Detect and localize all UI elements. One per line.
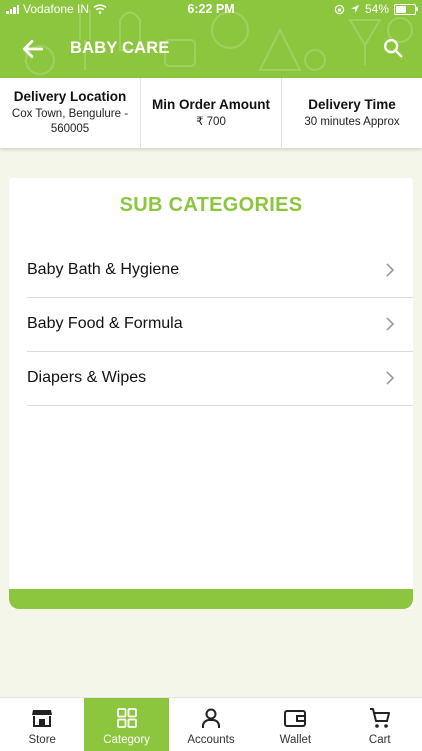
min-order-title: Min Order Amount [152,96,270,112]
tab-label: Accounts [187,734,235,746]
tab-label: Category [103,734,150,746]
subcategory-label: Baby Bath & Hygiene [27,261,180,278]
subcategory-list: Baby Bath & Hygiene Baby Food & Formula … [27,244,413,406]
cart-icon [369,708,390,728]
tab-cart[interactable]: Cart [338,698,422,751]
card-footer-bar [9,589,413,609]
subcategories-card: SUB CATEGORIES Baby Bath & Hygiene Baby … [9,178,413,609]
subcategory-baby-bath-hygiene[interactable]: Baby Bath & Hygiene [27,244,413,298]
delivery-time-title: Delivery Time [308,96,396,112]
tab-store[interactable]: Store [0,698,84,751]
tab-label: Cart [368,734,391,746]
subcategory-baby-food-formula[interactable]: Baby Food & Formula [27,298,413,352]
subcategory-label: Diapers & Wipes [27,369,147,386]
tab-wallet[interactable]: Wallet [253,698,337,751]
grid-icon [116,708,137,728]
arrow-left-icon[interactable] [20,36,46,62]
min-order-cell: Min Order Amount ₹ 700 [141,78,282,148]
battery-icon [394,3,418,15]
subcategory-label: Baby Food & Formula [27,315,183,332]
store-icon [32,710,53,727]
delivery-time-cell: Delivery Time 30 minutes Approx [282,78,422,148]
tab-category[interactable]: Category [84,698,169,751]
chevron-right-icon [386,371,395,385]
delivery-time-value: 30 minutes Approx [304,115,400,128]
tab-label: Store [28,734,56,746]
page-title: BABY CARE [70,39,170,57]
delivery-info-bar: Delivery Location Cox Town, Bengulure - … [0,78,422,148]
location-arrow-icon [350,5,359,13]
chevron-right-icon [386,263,395,277]
subcategories-heading: SUB CATEGORIES [119,194,303,216]
tab-accounts[interactable]: Accounts [169,698,253,751]
delivery-location-value: Cox Town, Bengulure - 560005 [11,108,129,135]
tab-label: Wallet [279,734,312,746]
wallet-icon [284,710,307,727]
chevron-right-icon [386,317,395,331]
battery-percent: 54% [364,2,389,16]
status-right: 54% [334,2,418,16]
bottom-tab-bar: Store Category Accounts Wallet Cart [0,697,422,751]
orientation-lock-icon [334,4,345,14]
min-order-value: ₹ 700 [196,115,226,128]
delivery-location-title: Delivery Location [13,89,127,104]
delivery-location-cell: Delivery Location Cox Town, Bengulure - … [0,78,141,148]
app-header: Vodafone IN 6:22 PM 54% BABY CARE [0,0,422,78]
status-bar: Vodafone IN 6:22 PM 54% [0,0,422,18]
search-icon[interactable] [382,37,404,59]
navigation-row: BABY CARE [0,30,422,68]
user-icon [201,708,220,728]
subcategory-diapers-wipes[interactable]: Diapers & Wipes [27,352,413,406]
